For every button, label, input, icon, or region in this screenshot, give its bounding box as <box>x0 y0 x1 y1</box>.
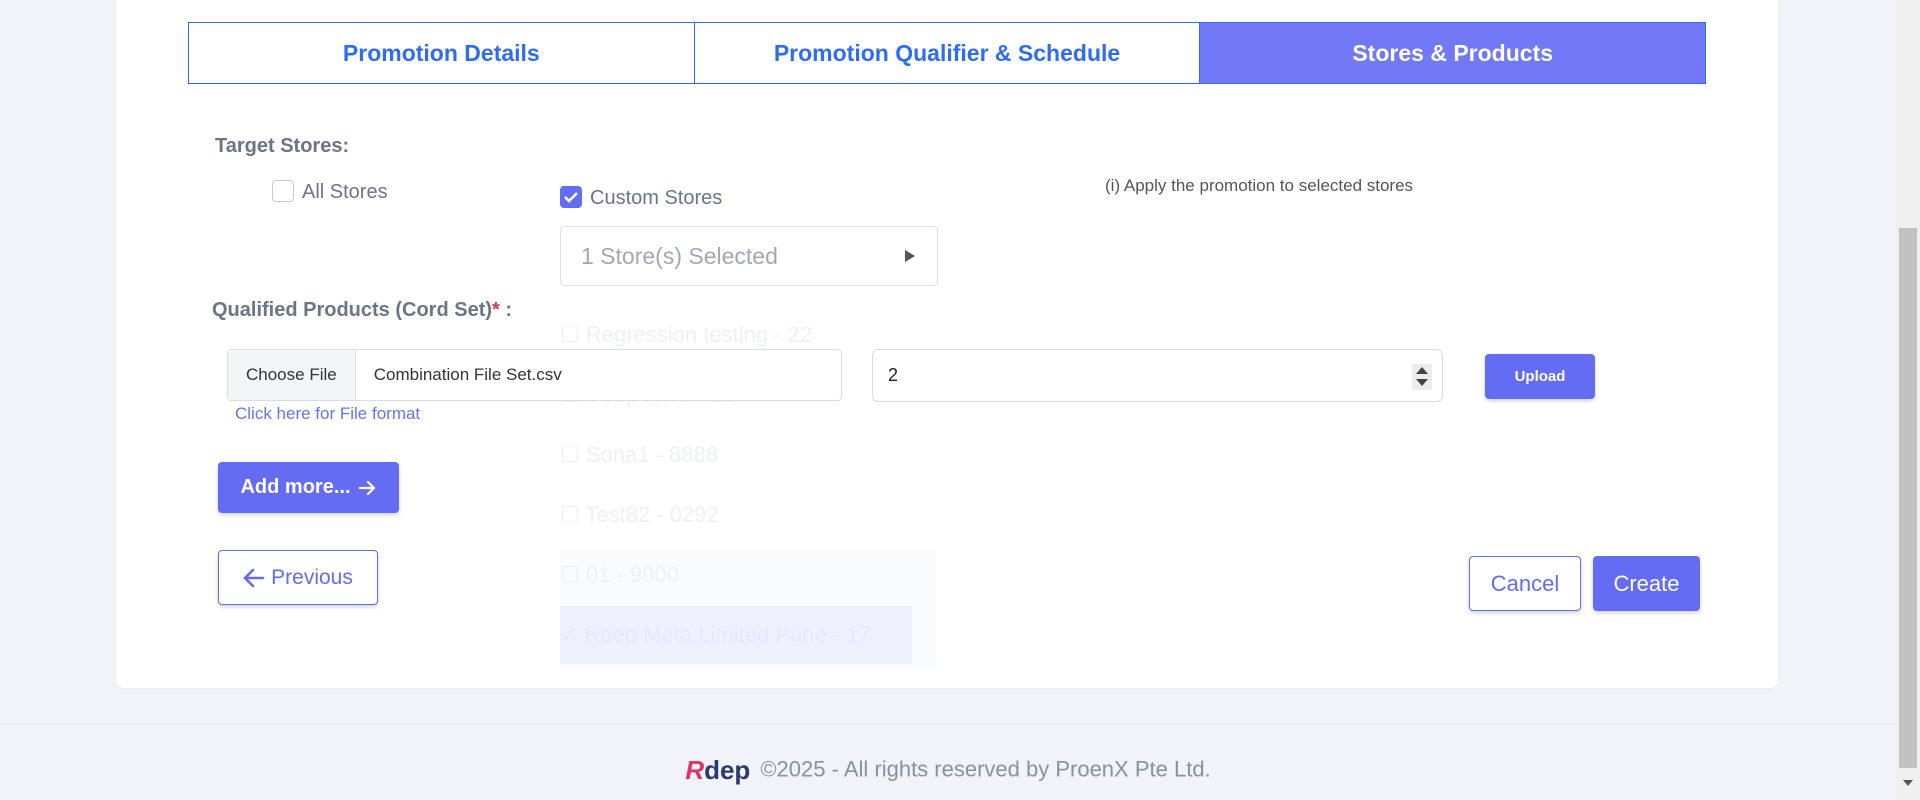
file-format-link[interactable]: Click here for File format <box>235 404 420 424</box>
qualified-products-label: Qualified Products (Cord Set)* : <box>212 299 513 321</box>
target-stores-label: Target Stores: <box>215 135 350 157</box>
all-stores-checkbox[interactable] <box>272 180 294 202</box>
previous-button[interactable]: Previous <box>218 550 378 605</box>
product-file-input[interactable]: Choose File Combination File Set.csv <box>227 349 842 401</box>
dropdown-ghost-item: ✓ Rdep Meta Limited Pune - 17 <box>560 622 871 647</box>
tab-promotion-qualifier-schedule[interactable]: Promotion Qualifier & Schedule <box>693 22 1201 84</box>
quantity-value: 2 <box>888 365 899 385</box>
spin-down-icon[interactable] <box>1416 379 1428 386</box>
rdep-logo: Rdep <box>685 755 751 785</box>
add-more-label: Add more... <box>240 476 351 498</box>
spin-up-icon[interactable] <box>1416 367 1428 374</box>
choose-file-button[interactable]: Choose File <box>228 350 356 400</box>
previous-label: Previous <box>271 565 353 589</box>
dropdown-ghost-item: ☐ Sona1 - 8888 <box>560 442 718 467</box>
upload-button[interactable]: Upload <box>1485 354 1595 399</box>
scrollbar-thumb[interactable] <box>1899 228 1917 768</box>
scroll-down-icon[interactable] <box>1903 780 1913 786</box>
dropdown-ghost-item: ☐ Test82 - 0292 <box>560 502 719 527</box>
arrow-left-icon <box>243 568 265 587</box>
custom-stores-checkbox[interactable] <box>560 186 582 208</box>
copyright-text: ©2025 - All rights reserved by ProenX Pt… <box>760 756 1211 782</box>
required-mark: * <box>492 299 500 321</box>
number-spinner[interactable] <box>1412 364 1432 390</box>
cancel-button[interactable]: Cancel <box>1469 556 1581 611</box>
store-select-value: 1 Store(s) Selected <box>581 242 778 269</box>
all-stores-label: All Stores <box>302 181 388 203</box>
add-more-button[interactable]: Add more... <box>218 462 399 513</box>
stores-info-text: (i) Apply the promotion to selected stor… <box>1105 176 1414 195</box>
dropdown-ghost-item: ☐ 01 - 9900 <box>560 562 679 587</box>
footer-divider <box>0 724 1896 725</box>
arrow-right-icon <box>358 480 376 495</box>
custom-stores-label: Custom Stores <box>590 187 723 209</box>
create-button[interactable]: Create <box>1593 556 1700 611</box>
quantity-number-input[interactable]: 2 <box>872 349 1443 402</box>
selected-file-name: Combination File Set.csv <box>373 365 562 384</box>
dropdown-ghost-item: ☐ Regression testing - 22 <box>560 322 813 347</box>
caret-right-icon <box>905 250 915 262</box>
footer: Rdep ©2025 - All rights reserved by Proen… <box>0 755 1896 786</box>
page-scrollbar[interactable] <box>1896 0 1920 800</box>
tab-stores-products[interactable]: Stores & Products <box>1199 22 1707 84</box>
store-select-dropdown[interactable]: 1 Store(s) Selected <box>560 226 938 286</box>
step-tabs: Promotion Details Promotion Qualifier & … <box>188 22 1707 84</box>
check-icon <box>564 192 578 203</box>
tab-promotion-details[interactable]: Promotion Details <box>188 22 695 84</box>
